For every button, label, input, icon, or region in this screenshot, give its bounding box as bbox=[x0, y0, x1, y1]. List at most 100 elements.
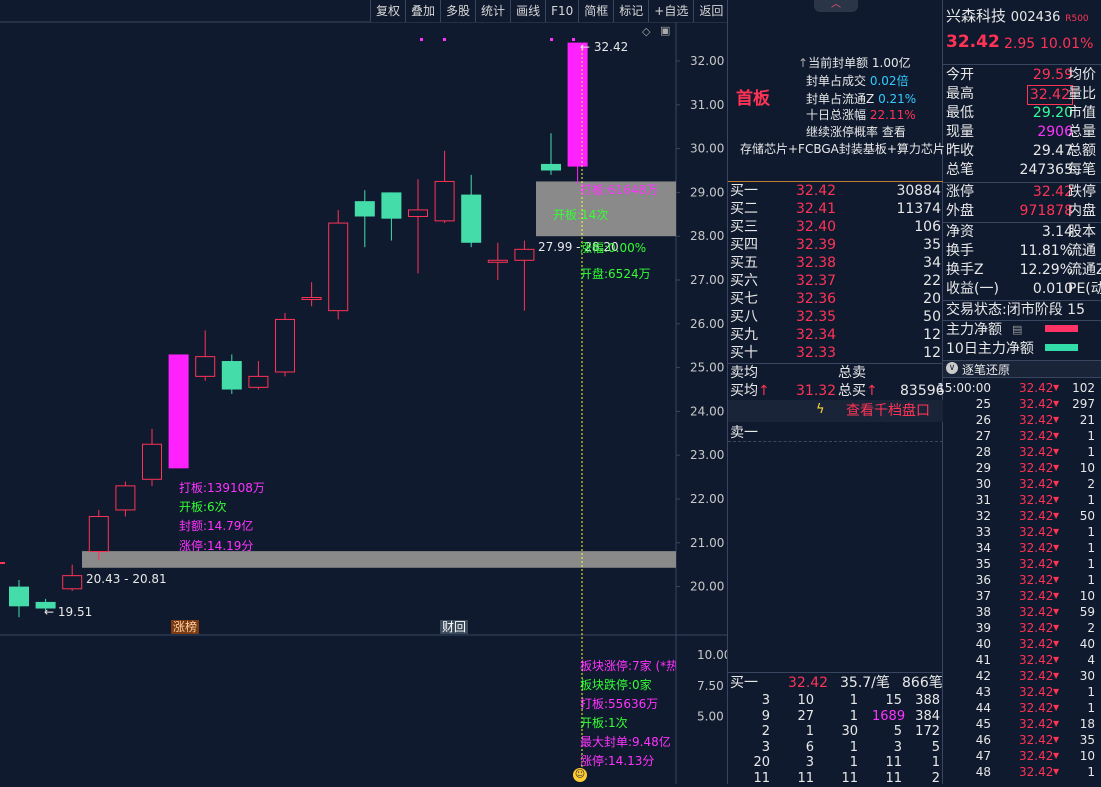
tick-row: 31 32.42 ▼ 1 bbox=[975, 493, 1095, 507]
bid-row[interactable]: 买四 32.39 35 bbox=[728, 236, 943, 254]
gap-band-lower bbox=[82, 551, 676, 568]
toolbar-btn-1[interactable]: 叠加 bbox=[405, 0, 440, 22]
ask1-label: 卖一 bbox=[730, 425, 758, 441]
index-tag: R500 bbox=[1065, 14, 1089, 24]
seal-float: 0.21% bbox=[878, 92, 917, 106]
candle-body bbox=[354, 201, 375, 217]
y-tick-label: 30.00 bbox=[690, 142, 724, 156]
ten-day-rise: 22.11% bbox=[869, 108, 916, 122]
toolbar-btn-2[interactable]: 多股 bbox=[440, 0, 475, 22]
main-net-label: 主力净额 bbox=[946, 322, 1002, 338]
candle-body bbox=[301, 297, 322, 301]
tick-row: 47 32.42 ▼ 10 bbox=[975, 749, 1095, 763]
panel-toggle-icon[interactable]: ▣ bbox=[660, 24, 670, 37]
y-tick-label: 24.00 bbox=[690, 404, 724, 418]
seal-ratio: 0.02倍 bbox=[869, 74, 909, 88]
y-tick-label: 29.00 bbox=[690, 185, 724, 199]
bid-row[interactable]: 买六 32.37 22 bbox=[728, 272, 943, 290]
candle-body bbox=[168, 354, 189, 469]
tick-row: 27 32.42 ▼ 1 bbox=[975, 429, 1095, 443]
low-price-label: ← 19.51 bbox=[44, 605, 93, 619]
bid-row[interactable]: 买八 32.35 50 bbox=[728, 308, 943, 326]
mid-ann-b: 开板:6次 bbox=[179, 500, 227, 514]
toolbar-btn-5[interactable]: F10 bbox=[545, 0, 578, 22]
low-ann-d: 开板:1次 bbox=[580, 716, 628, 730]
smiley-icon[interactable]: ☺ bbox=[573, 768, 587, 782]
seal-amount: 1.00亿 bbox=[871, 56, 911, 70]
tick-row: 30 32.42 ▼ 2 bbox=[975, 477, 1095, 491]
bid-row[interactable]: 买三 32.40 106 bbox=[728, 218, 943, 236]
first-board-label: 首板 bbox=[736, 89, 770, 109]
y-tick-label: 23.00 bbox=[690, 448, 724, 462]
tag-finance[interactable]: 财回 bbox=[440, 620, 469, 634]
collapse-arrow-icon[interactable]: ︿ bbox=[814, 0, 858, 12]
candle-body bbox=[408, 209, 428, 217]
view-1000-levels-button[interactable]: 查看千档盘口 bbox=[846, 402, 930, 420]
diamond-icon[interactable]: ◇ bbox=[642, 25, 650, 38]
buy-avg-value: 31.32 bbox=[796, 383, 837, 399]
view-probability-link[interactable]: 查看 bbox=[882, 125, 906, 139]
candle-body bbox=[381, 192, 402, 219]
candle-body bbox=[195, 356, 216, 377]
toolbar-btn-6[interactable]: 简框 bbox=[578, 0, 613, 22]
vol-tick-label: 5.00 bbox=[697, 710, 724, 724]
candle-body bbox=[487, 259, 508, 263]
bid-row[interactable]: 买十 32.33 12 bbox=[728, 344, 943, 362]
tick-row: 35 32.42 ▼ 1 bbox=[975, 557, 1095, 571]
bid-row[interactable]: 买二 32.41 11374 bbox=[728, 200, 943, 218]
tag-limit-list[interactable]: 涨榜 bbox=[171, 620, 200, 634]
queue-row: 36135 bbox=[761, 739, 940, 755]
y-tick-label: 28.00 bbox=[690, 229, 724, 243]
bid-row[interactable]: 买七 32.36 20 bbox=[728, 290, 943, 308]
tick-row: 48 32.42 ▼ 1 bbox=[975, 765, 1095, 779]
bid-row[interactable]: 买九 32.34 12 bbox=[728, 326, 943, 344]
candle-body bbox=[9, 586, 29, 607]
toolbar-btn-4[interactable]: 画线 bbox=[510, 0, 545, 22]
chart-toolbar: 复权 叠加 多股 统计 画线 F10 简框 标记 +自选 返回 bbox=[370, 0, 729, 22]
main-net10-label: 10日主力净额 bbox=[946, 341, 1034, 357]
trade-state: 闭市阶段 bbox=[1006, 302, 1063, 318]
last-price: 32.42 bbox=[946, 32, 1000, 52]
candle-body bbox=[541, 163, 561, 171]
toolbar-btn-7[interactable]: 标记 bbox=[613, 0, 648, 22]
toolbar-btn-8[interactable]: +自选 bbox=[648, 0, 693, 22]
low-ann-f: 涨停:14.13分 bbox=[580, 754, 655, 768]
queue-header: 买一 32.42 35.7/笔 866笔 bbox=[730, 675, 943, 691]
tick-row: 29 32.42 ▼ 10 bbox=[975, 461, 1095, 475]
toolbar-btn-3[interactable]: 统计 bbox=[475, 0, 510, 22]
y-tick-label: 27.00 bbox=[690, 273, 724, 287]
tick-row: 25 32.42 ▼ 297 bbox=[975, 397, 1095, 411]
candle-body bbox=[248, 375, 269, 388]
main-net10-bar bbox=[1045, 344, 1078, 351]
tick-row: 45 32.42 ▼ 18 bbox=[975, 717, 1095, 731]
doc-icon[interactable]: ▤ bbox=[1012, 323, 1022, 336]
tick-title: 逐笔还原 bbox=[962, 363, 1011, 377]
toolbar-btn-0[interactable]: 复权 bbox=[370, 0, 405, 22]
queue-row: 9 27 1 1689 384 bbox=[761, 708, 940, 724]
y-tick-label: 20.00 bbox=[690, 580, 724, 594]
queue-row: 2 1 30 5 172 bbox=[761, 724, 940, 739]
tick-row: 39 32.42 ▼ 2 bbox=[975, 621, 1095, 635]
bid-row[interactable]: 买五 32.38 34 bbox=[728, 254, 943, 272]
low-ann-a: 板块涨停:7家 (*热点 bbox=[580, 659, 676, 673]
tick-row: 42 32.42 ▼ 30 bbox=[975, 669, 1095, 683]
candle-body bbox=[275, 318, 295, 373]
tick-row: 43 32.42 ▼ 1 bbox=[975, 685, 1095, 699]
toolbar-btn-9[interactable]: 返回 bbox=[693, 0, 728, 22]
percent-change: 10.01% bbox=[1040, 36, 1094, 52]
chevron-down-icon[interactable]: ∨ bbox=[946, 362, 958, 374]
y-tick-label: 22.00 bbox=[690, 492, 724, 506]
tick-row: 32 32.42 ▼ 50 bbox=[975, 509, 1095, 523]
candle-body bbox=[434, 180, 455, 222]
mid-ann-a: 打板:139108万 bbox=[179, 481, 265, 495]
sell-avg-label: 卖均 bbox=[730, 365, 758, 381]
tick-row: 38 32.42 ▼ 59 bbox=[975, 605, 1095, 619]
y-tick-label: 21.00 bbox=[690, 536, 724, 550]
candle-body bbox=[142, 443, 162, 480]
bid-row[interactable]: 买一 32.42 30884 bbox=[728, 182, 943, 200]
concept-text: 存储芯片+FCBGA封装基板+算力芯片 bbox=[740, 142, 945, 156]
total-sell-label: 总卖 bbox=[838, 365, 866, 381]
candle-body bbox=[88, 516, 109, 553]
lightning-icon: ϟ bbox=[816, 402, 825, 417]
order-book-panel: ︿ 首板 ↑当前封单额 1.00亿 封单占成交 0.02倍 封单占流通Z 0.2… bbox=[727, 0, 945, 786]
